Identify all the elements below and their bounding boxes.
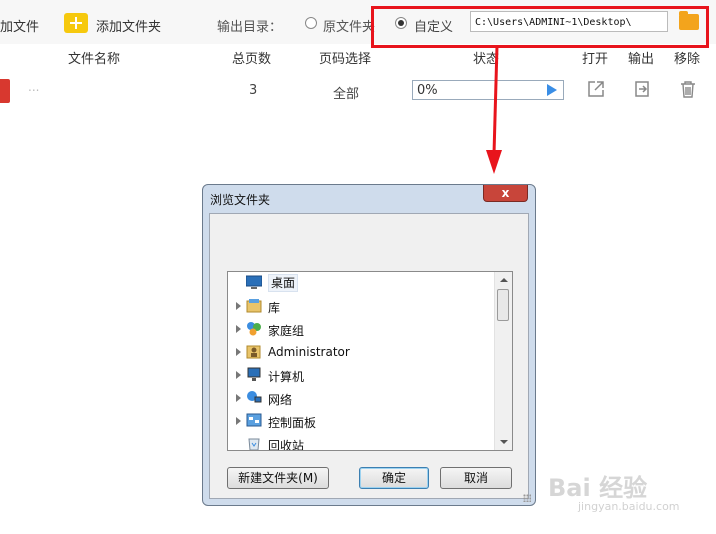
annotation-highlight-box xyxy=(371,6,709,48)
expand-arrow-icon[interactable] xyxy=(236,371,241,379)
add-folder-button[interactable]: 添加文件夹 xyxy=(96,16,161,35)
page-select-cell[interactable]: 全部 xyxy=(333,83,359,102)
pdf-file-icon xyxy=(0,79,10,103)
tree-item-computer[interactable]: 计算机 xyxy=(228,364,498,386)
export-icon[interactable] xyxy=(633,80,651,98)
expand-arrow-icon[interactable] xyxy=(236,417,241,425)
column-file-name: 文件名称 xyxy=(68,52,121,67)
tree-item-label: 计算机 xyxy=(268,370,305,384)
tree-item-label: 桌面 xyxy=(268,274,299,292)
tree-item-label: 回收站 xyxy=(268,439,305,451)
expand-arrow-icon[interactable] xyxy=(236,325,241,333)
tree-item-label: 家庭组 xyxy=(268,324,305,338)
homegroup-icon xyxy=(247,322,261,336)
expand-arrow-icon[interactable] xyxy=(236,394,241,402)
trash-icon[interactable] xyxy=(679,80,697,98)
desktop-icon xyxy=(246,275,262,289)
ok-button[interactable]: 确定 xyxy=(359,467,429,489)
tree-scrollbar[interactable] xyxy=(494,272,512,450)
dialog-title: 浏览文件夹 xyxy=(210,193,271,207)
tree-item-homegroup[interactable]: 家庭组 xyxy=(228,318,498,340)
tree-item-label: 网络 xyxy=(268,393,293,407)
tree-item-library[interactable]: 库 xyxy=(228,295,498,317)
output-dir-label: 输出目录： xyxy=(217,20,283,35)
add-folder-icon[interactable] xyxy=(64,13,88,33)
tree-item-control-panel[interactable]: 控制面板 xyxy=(228,410,498,432)
expand-arrow-icon[interactable] xyxy=(236,348,241,356)
scroll-thumb[interactable] xyxy=(497,289,509,321)
library-icon xyxy=(246,299,262,313)
column-page-select: 页码选择 xyxy=(319,52,372,67)
progress-text: 0% xyxy=(417,83,438,98)
column-output: 输出 xyxy=(628,52,655,67)
open-external-icon[interactable] xyxy=(587,80,605,98)
column-open: 打开 xyxy=(582,52,609,67)
expand-arrow-icon[interactable] xyxy=(236,302,241,310)
annotation-arrow xyxy=(486,45,502,174)
add-file-button[interactable]: 加文件 xyxy=(0,16,39,35)
tree-item-network[interactable]: 网络 xyxy=(228,387,498,409)
scroll-up-icon[interactable] xyxy=(500,278,508,282)
file-name-cell: ... xyxy=(28,80,40,94)
network-icon xyxy=(247,391,262,403)
tree-item-administrator[interactable]: Administrator xyxy=(228,341,498,363)
column-total-pages: 总页数 xyxy=(232,52,272,67)
tree-item-recycle-bin[interactable]: 回收站 xyxy=(228,433,498,451)
dialog-body: 桌面 库 家庭组 Administrator 计算机 网络 控制面板 回收站 xyxy=(209,213,529,499)
radio-original-folder[interactable] xyxy=(305,17,317,29)
watermark-url: jingyan.baidu.com xyxy=(578,500,680,513)
browse-folder-dialog: 浏览文件夹 x 桌面 库 家庭组 Administrator 计算机 网络 控制… xyxy=(202,184,536,506)
tree-item-label: 控制面板 xyxy=(268,416,317,430)
tree-item-desktop[interactable]: 桌面 xyxy=(228,272,498,294)
play-icon[interactable] xyxy=(547,84,557,96)
watermark-logo: Bai 经验 xyxy=(548,474,648,502)
radio-original-folder-label[interactable]: 原文件夹 xyxy=(323,16,375,35)
resize-grip-icon[interactable] xyxy=(523,494,531,502)
cancel-button[interactable]: 取消 xyxy=(440,467,512,489)
tree-item-label: 库 xyxy=(268,301,281,315)
column-remove: 移除 xyxy=(674,52,701,67)
user-folder-icon xyxy=(246,345,261,359)
close-button[interactable]: x xyxy=(483,185,528,202)
control-panel-icon xyxy=(246,413,262,427)
tree-item-label: Administrator xyxy=(268,345,350,359)
total-pages-cell: 3 xyxy=(249,83,258,98)
new-folder-button[interactable]: 新建文件夹(M) xyxy=(227,467,329,489)
scroll-down-icon[interactable] xyxy=(500,440,508,444)
computer-icon xyxy=(247,367,261,381)
recycle-bin-icon xyxy=(248,438,260,450)
folder-tree[interactable]: 桌面 库 家庭组 Administrator 计算机 网络 控制面板 回收站 xyxy=(227,271,513,451)
